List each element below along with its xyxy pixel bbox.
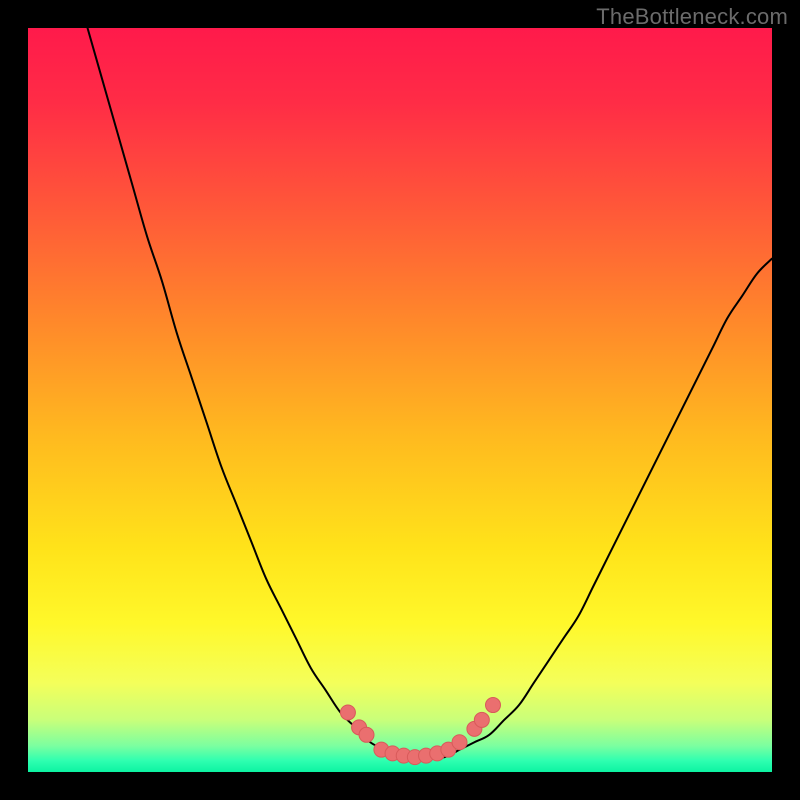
watermark-label: TheBottleneck.com	[596, 4, 788, 30]
curve-right-branch	[415, 259, 772, 758]
data-point	[359, 727, 374, 742]
data-point	[340, 705, 355, 720]
curve-left-branch	[88, 28, 415, 758]
data-point	[452, 735, 467, 750]
data-point	[474, 712, 489, 727]
chart-overlay	[28, 28, 772, 772]
data-point	[486, 698, 501, 713]
chart-area	[28, 28, 772, 772]
